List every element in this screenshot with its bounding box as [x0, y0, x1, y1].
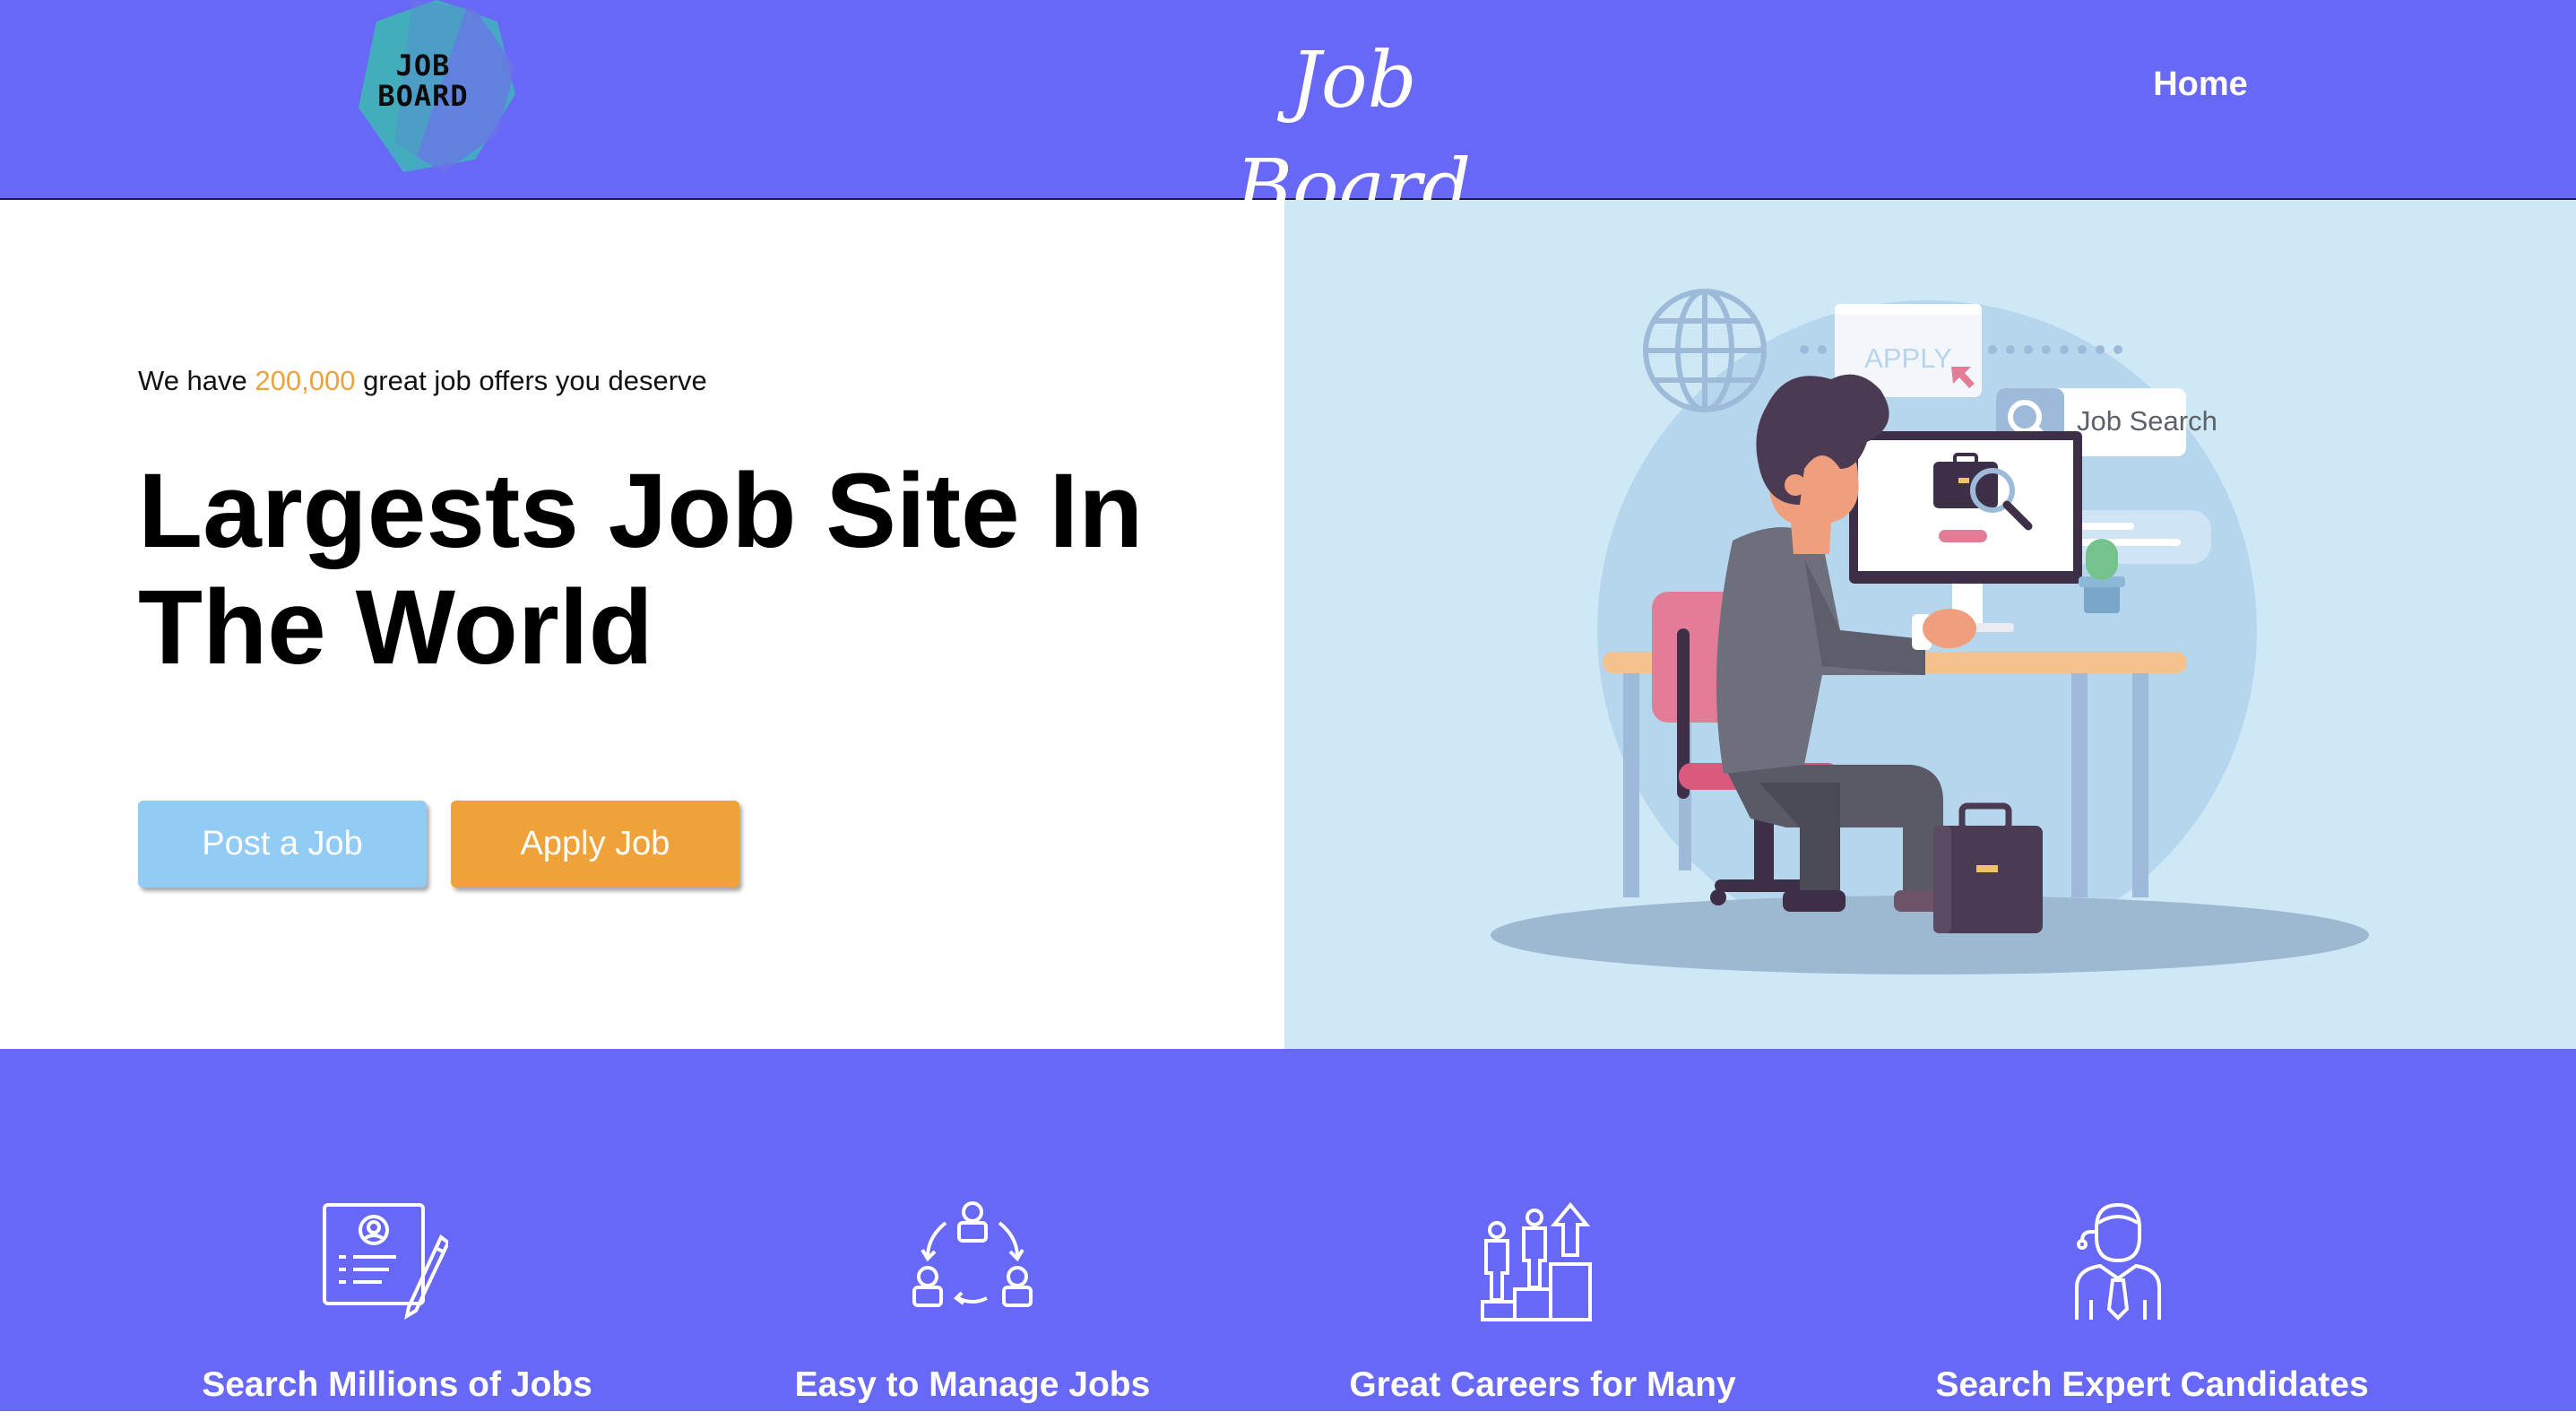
team-cycle-icon [910, 1201, 1035, 1322]
job-search-card-label: Job Search [2077, 405, 2217, 437]
hero-tagline: We have 200,000 great job offers you des… [138, 359, 707, 403]
job-count: 200,000 [255, 365, 356, 396]
headline-line-1: Largests Job Site In [138, 452, 1144, 570]
hero-illustration-panel: APPLY Job Search [1284, 200, 2576, 1049]
logo-text-line1: JOB [395, 48, 451, 82]
hero-headline: Largests Job Site In The World [138, 453, 1169, 686]
feature-label-expert-candidates: Search Expert Candidates [1935, 1365, 2369, 1404]
globe-icon [1643, 289, 1767, 412]
feature-label-search-jobs: Search Millions of Jobs [202, 1365, 592, 1404]
logo-text: JOB BOARD [369, 50, 477, 111]
candidate-icon [2055, 1201, 2181, 1322]
feature-label-great-careers: Great Careers for Many [1349, 1365, 1736, 1404]
tagline-prefix: We have [138, 365, 255, 396]
headline-line-2: The World [138, 568, 653, 687]
resume-icon [323, 1201, 448, 1322]
nav-home-link[interactable]: Home [2133, 59, 2268, 109]
tagline-suffix: great job offers you deserve [355, 365, 707, 396]
career-growth-icon [1481, 1201, 1606, 1322]
post-job-button[interactable]: Post a Job [138, 801, 427, 888]
apply-card-label: APPLY [1864, 342, 1952, 374]
site-header: JOB BOARD Job Board Home [0, 0, 2576, 233]
site-logo[interactable]: JOB BOARD [359, 0, 515, 172]
apply-job-button[interactable]: Apply Job [451, 801, 739, 888]
logo-text-line2: BOARD [377, 79, 469, 113]
job-search-illustration: APPLY Job Search [1491, 289, 2369, 975]
feature-label-manage-jobs: Easy to Manage Jobs [794, 1365, 1151, 1404]
